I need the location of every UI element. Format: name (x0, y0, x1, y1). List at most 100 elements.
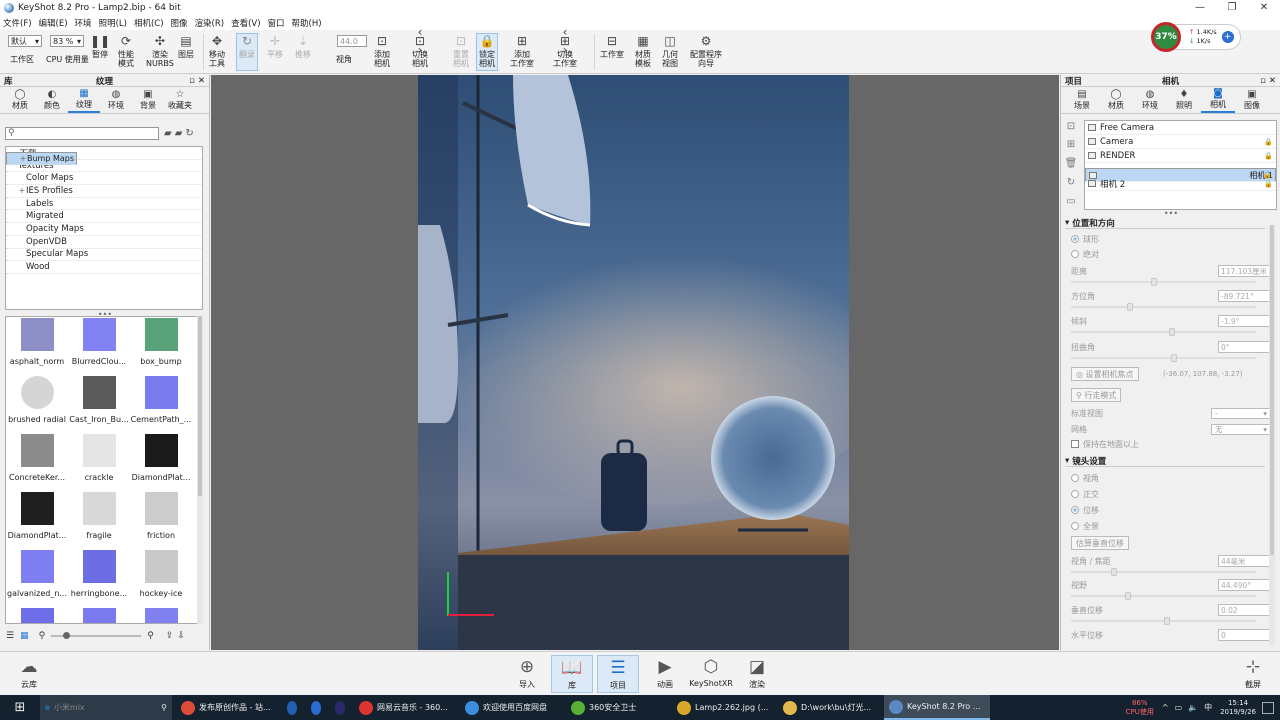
horizontal-shift-input[interactable]: 0 (1218, 629, 1271, 641)
workspace-select[interactable]: 默认 ▾ (8, 35, 42, 47)
minimize-button[interactable]: — (1184, 0, 1216, 15)
camera-list-item[interactable]: RENDER 🔒 (1085, 149, 1276, 163)
menu-help[interactable]: 帮助(H) (292, 17, 322, 29)
cloud-library-button[interactable]: ☁ 云库 (8, 655, 50, 690)
menu-image[interactable]: 图像 (171, 17, 188, 29)
project-tab-image[interactable]: ▣ 图像 (1235, 87, 1269, 113)
taskbar-app[interactable]: D:\work\bu\灯光... (778, 695, 884, 720)
project-tab-environment[interactable]: ◍ 环境 (1133, 87, 1167, 113)
tree-item[interactable]: Opacity Maps (6, 223, 202, 236)
reset-camera-button[interactable]: ⊡ 重置 相机 (453, 34, 469, 69)
render-button[interactable]: ◪ 渲染 (736, 655, 778, 690)
texture-thumbnail[interactable]: DiamondPlat... (6, 491, 68, 549)
lock-icon[interactable]: 🔒 (1264, 180, 1273, 188)
save-icon[interactable]: ▭ (1064, 196, 1078, 208)
download-icon[interactable]: ⇩ (177, 631, 185, 641)
plus-icon[interactable]: + (1221, 31, 1234, 43)
add-camera-icon[interactable]: ⊡ (1064, 121, 1078, 133)
notifications-icon[interactable] (1262, 701, 1274, 714)
close-icon[interactable]: ▫ ✕ (189, 76, 205, 86)
standard-view-select[interactable]: - ▾ (1211, 407, 1271, 419)
taskbar-search-input[interactable]: e 小米mix ⚲ (40, 695, 172, 720)
cpu-indicator[interactable]: 86% CPU使用 (1126, 699, 1154, 717)
menu-render[interactable]: 渲染(R) (195, 17, 225, 29)
camera-list-item[interactable]: Free Camera (1085, 121, 1276, 135)
texture-thumbnail[interactable]: fragile (68, 491, 130, 549)
duplicate-camera-icon[interactable]: ⊞ (1064, 139, 1078, 151)
lens-shift-radio[interactable]: 位移 (1071, 503, 1271, 517)
upload-icon[interactable]: ⇪ (166, 631, 174, 641)
material-template-button[interactable]: ▦ 材质 模板 (635, 34, 651, 69)
thumbnail-size-slider[interactable] (51, 632, 142, 639)
project-tab-material[interactable]: ◯ 材质 (1099, 87, 1133, 113)
texture-thumbnail[interactable]: ConcreteKer... (6, 433, 68, 491)
field-of-view-slider[interactable] (1071, 592, 1256, 600)
texture-thumbnail[interactable]: BlurredClou... (68, 317, 130, 375)
move-tool-button[interactable]: ✥ 移动 工具 (209, 34, 225, 69)
taskbar-app[interactable]: Lamp2.262.jpg (... (672, 695, 778, 720)
tree-item[interactable]: Color Maps (6, 172, 202, 186)
animation-button[interactable]: ▶ 动画 (644, 655, 686, 690)
clock[interactable]: 15:14 2019/9/26 (1220, 699, 1256, 717)
volume-icon[interactable]: 🔈 (1188, 703, 1198, 712)
library-tab-material[interactable]: ◯ 材质 (4, 87, 36, 113)
taskbar-app[interactable]: KeyShot 8.2 Pro ... (884, 695, 990, 720)
twist-slider[interactable] (1071, 354, 1256, 362)
texture-thumbnail[interactable]: asphalt_norm (6, 317, 68, 375)
texture-thumbnail[interactable]: herringbone... (68, 549, 130, 607)
pan-button[interactable]: ✛ 平移 (267, 34, 283, 60)
menu-lighting[interactable]: 照明(L) (99, 17, 127, 29)
delete-icon[interactable]: 🗑 (1064, 158, 1078, 170)
switch-studio-button[interactable]: ‹ ⊞ › 切换 工作室 (553, 26, 577, 69)
lock-icon[interactable]: 🔒 (1264, 138, 1273, 146)
switch-camera-button[interactable]: ‹ ⊡ › 切换 相机 (412, 26, 428, 69)
spherical-radio[interactable]: 球形 (1071, 232, 1271, 246)
zoom-out-icon[interactable]: ⚲ (39, 631, 46, 641)
texture-thumbnail[interactable]: box_bump (130, 317, 192, 375)
keyshotxr-button[interactable]: ⬡ KeyShotXR (689, 655, 733, 688)
taskbar-app[interactable]: 360安全卫士 (566, 695, 672, 720)
menu-camera[interactable]: 相机(C) (134, 17, 164, 29)
focal-length-slider[interactable] (1071, 568, 1256, 576)
texture-thumbnail[interactable]: DiamondPlat... (130, 433, 192, 491)
texture-thumbnail[interactable]: hockey-ice (130, 549, 192, 607)
reset-icon[interactable]: ↻ (1064, 177, 1078, 189)
zoom-in-icon[interactable]: ⚲ (147, 631, 154, 641)
absolute-radio[interactable]: 绝对 (1071, 247, 1271, 261)
close-button[interactable]: ✕ (1248, 0, 1280, 15)
azimuth-input[interactable]: -89.721° (1218, 290, 1271, 302)
set-camera-focus-button[interactable]: ◎ 设置相机焦点 (1071, 367, 1139, 381)
position-orientation-section[interactable]: ▾ 位置和方向 (1065, 217, 1265, 229)
refresh-icon[interactable]: ↻ (185, 128, 193, 139)
texture-thumbnail[interactable] (68, 607, 130, 623)
grid-view-icon[interactable]: ▦ (20, 631, 29, 641)
incline-input[interactable]: -1.9° (1218, 315, 1271, 327)
azimuth-slider[interactable] (1071, 303, 1256, 311)
twist-input[interactable]: 0° (1218, 341, 1271, 353)
lens-ortho-radio[interactable]: 正交 (1071, 487, 1271, 501)
menu-window[interactable]: 窗口 (268, 17, 285, 29)
camera-list-item[interactable]: 相机 2 🔒 (1085, 177, 1276, 191)
folder-icon[interactable]: ▰ (164, 128, 172, 139)
incline-slider[interactable] (1071, 328, 1256, 336)
folder-add-icon[interactable]: ▰ (175, 128, 183, 139)
maximize-button[interactable]: ❐ (1216, 0, 1248, 15)
walk-mode-button[interactable]: ⚲ 行走模式 (1071, 388, 1122, 402)
menu-file[interactable]: 文件(F) (3, 17, 32, 29)
lens-panorama-radio[interactable]: 全景 (1071, 519, 1271, 533)
library-tab-color[interactable]: ◐ 颜色 (36, 87, 68, 113)
taskbar-app[interactable]: 发布原创作品 - 站... (176, 695, 282, 720)
keep-above-ground-checkbox[interactable]: 保持在地面以上 (1071, 437, 1271, 451)
lock-camera-button[interactable]: 🔒 锁定 相机 (476, 33, 498, 71)
menu-edit[interactable]: 编辑(E) (39, 17, 68, 29)
camera-list-item[interactable]: Camera 🔒 (1085, 135, 1276, 149)
distance-input[interactable]: 117.103厘米 (1218, 265, 1271, 277)
vertical-shift-input[interactable]: 0.02 (1218, 604, 1271, 616)
project-tab-lighting[interactable]: ♦ 照明 (1167, 87, 1201, 113)
expand-icon[interactable]: + (18, 186, 26, 195)
refresh-button[interactable]: ↻ 翻录 (236, 33, 258, 71)
taskbar-app[interactable]: 欢迎使用百度网盘 (460, 695, 566, 720)
field-of-view-input[interactable]: 44.490° (1218, 579, 1271, 591)
properties-scrollbar[interactable] (1269, 225, 1275, 645)
texture-thumbnail[interactable]: Cast_Iron_Bu... (68, 375, 130, 433)
